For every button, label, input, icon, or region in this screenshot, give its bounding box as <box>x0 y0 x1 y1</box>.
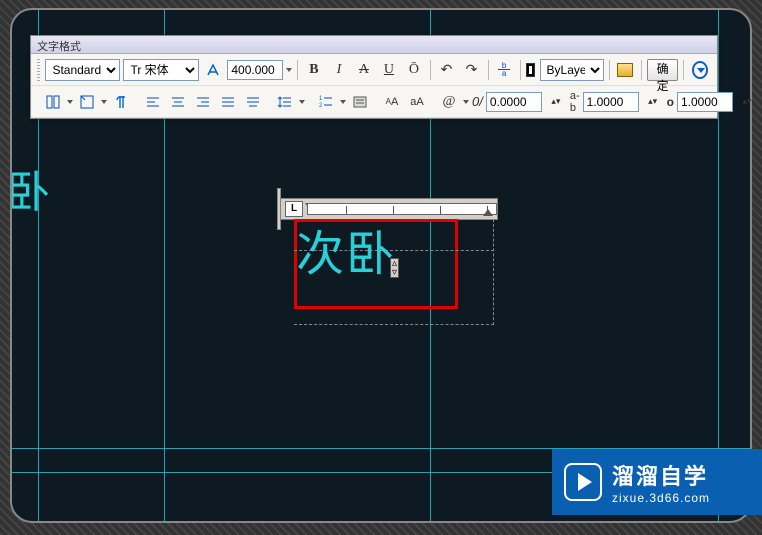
align-left-button[interactable] <box>142 91 164 113</box>
right-indent[interactable] <box>483 209 493 216</box>
numbering-button[interactable]: 12 <box>315 91 337 113</box>
columns-button[interactable] <box>42 91 64 113</box>
arrow-down-icon: ▿ <box>391 268 398 277</box>
strikethrough-button[interactable]: A <box>353 59 375 81</box>
grip-icon[interactable] <box>37 59 40 81</box>
toolbar-row-2: 12 AA aA @ 0/ ▴▾ a-b ▴▾ o ▴▾ <box>31 86 717 118</box>
insert-field-button[interactable] <box>349 91 371 113</box>
tracking-input[interactable] <box>583 92 639 112</box>
ruler-toggle-button[interactable] <box>614 59 636 81</box>
separator <box>520 60 521 80</box>
mtext-content[interactable]: 次卧 <box>296 214 396 284</box>
dropdown-arrow-icon[interactable] <box>286 59 292 81</box>
oblique-label: 0/ <box>472 94 483 109</box>
watermark-title: 溜溜自学 <box>612 459 710 491</box>
oblique-input[interactable] <box>486 92 542 112</box>
separator <box>430 60 431 80</box>
tracking-label: a-b <box>570 90 580 114</box>
mtext-justify-button[interactable] <box>76 91 98 113</box>
align-center-icon <box>170 94 186 110</box>
dropdown-arrow-icon[interactable] <box>463 91 469 113</box>
italic-button[interactable]: I <box>328 59 350 81</box>
play-icon <box>564 463 602 501</box>
options-icon <box>692 61 708 79</box>
width-factor-label: o <box>667 95 674 109</box>
undo-button[interactable]: ↶ <box>436 59 458 81</box>
dropdown-arrow-icon[interactable] <box>67 91 73 113</box>
guide-line-v <box>718 10 719 521</box>
columns-icon <box>45 94 61 110</box>
text-style-select[interactable]: Standard <box>45 59 120 81</box>
paragraph-button[interactable] <box>110 91 132 113</box>
align-distribute-button[interactable] <box>242 91 264 113</box>
bold-button[interactable]: B <box>303 59 325 81</box>
watermark: 溜溜自学 zixue.3d66.com <box>552 449 762 515</box>
align-justify-icon <box>220 94 236 110</box>
uppercase-button[interactable]: AA <box>381 91 403 113</box>
align-distribute-icon <box>245 94 261 110</box>
underline-button[interactable]: U <box>378 59 400 81</box>
justify-icon <box>79 94 95 110</box>
svg-text:1: 1 <box>319 96 323 102</box>
separator <box>641 60 642 80</box>
fraction-icon: ba <box>498 62 510 77</box>
svg-text:2: 2 <box>319 103 323 109</box>
symbol-button[interactable]: @ <box>438 91 460 113</box>
numbering-icon: 12 <box>318 94 334 110</box>
separator <box>609 60 610 80</box>
color-select[interactable]: ByLayer <box>540 59 604 81</box>
column-resize-handle[interactable]: ▵ ▿ <box>390 258 399 278</box>
options-button[interactable] <box>689 59 711 81</box>
separator <box>683 60 684 80</box>
width-factor-input[interactable] <box>677 92 733 112</box>
toolbar-row-1: Standard Tr 宋体 B I A U Ō ↶ ↷ ba ByLayer <box>31 54 717 86</box>
annotative-icon <box>205 62 221 78</box>
color-swatch-icon <box>526 63 535 77</box>
align-justify-button[interactable] <box>217 91 239 113</box>
separator <box>488 60 489 80</box>
stack-button[interactable]: ba <box>493 59 515 81</box>
redo-button[interactable]: ↷ <box>461 59 483 81</box>
align-right-icon <box>195 94 211 110</box>
align-left-icon <box>145 94 161 110</box>
text-height-input[interactable] <box>227 60 283 80</box>
separator <box>297 60 298 80</box>
text-format-toolbar: 文字格式 Standard Tr 宋体 B I A U Ō ↶ ↷ ba <box>30 35 718 119</box>
ok-button[interactable]: 确定 <box>647 59 679 81</box>
annotative-button[interactable] <box>202 59 224 81</box>
spinner-icon[interactable]: ▴▾ <box>736 91 758 113</box>
adjacent-text: 卧 <box>10 156 50 220</box>
field-icon <box>352 94 368 110</box>
overline-button[interactable]: Ō <box>403 59 425 81</box>
lowercase-button[interactable]: aA <box>406 91 428 113</box>
line-spacing-icon <box>277 94 293 110</box>
dropdown-arrow-icon[interactable] <box>340 91 346 113</box>
spinner-icon[interactable]: ▴▾ <box>545 91 567 113</box>
line-spacing-button[interactable] <box>274 91 296 113</box>
font-select[interactable]: Tr 宋体 <box>123 59 199 81</box>
align-center-button[interactable] <box>167 91 189 113</box>
ruler-icon <box>617 63 633 77</box>
toolbar-title[interactable]: 文字格式 <box>31 36 717 54</box>
mtext-editor[interactable]: L 次卧 ▵ ▿ <box>280 198 498 220</box>
spinner-icon[interactable]: ▴▾ <box>642 91 664 113</box>
dropdown-arrow-icon[interactable] <box>299 91 305 113</box>
watermark-url: zixue.3d66.com <box>612 491 710 505</box>
align-right-button[interactable] <box>192 91 214 113</box>
dropdown-arrow-icon[interactable] <box>101 91 107 113</box>
paragraph-icon <box>113 94 129 110</box>
